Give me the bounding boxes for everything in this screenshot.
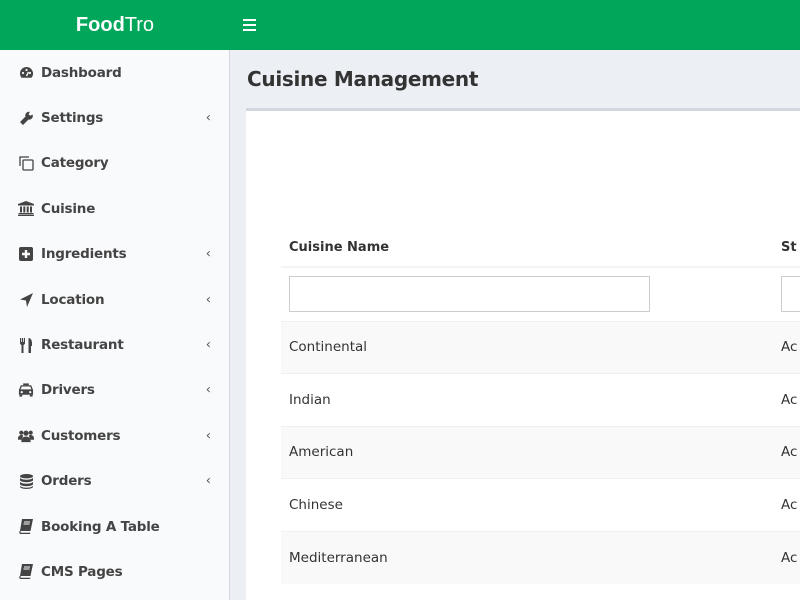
sidebar-item-location[interactable]: Location ‹: [0, 277, 229, 322]
sidebar-item-restaurant[interactable]: Restaurant ‹: [0, 322, 229, 367]
content-box: Cuisine Name St Continental Ac Indian Ac…: [246, 108, 800, 600]
sidebar-item-customers[interactable]: Customers ‹: [0, 413, 229, 458]
sidebar-toggle-icon[interactable]: [243, 16, 260, 34]
sidebar-item-label: Drivers: [41, 382, 95, 399]
status-cell: Ac: [773, 425, 800, 479]
book-icon: [18, 519, 34, 535]
sidebar-item-label: Settings: [41, 110, 104, 127]
sidebar-item-cms-pages[interactable]: CMS Pages: [0, 549, 229, 594]
sidebar-item-label: Restaurant: [41, 337, 124, 354]
table-row[interactable]: Mediterranean Ac: [281, 530, 800, 584]
cuisine-name-cell: Continental: [281, 320, 773, 374]
dashboard-icon: [18, 65, 34, 81]
bank-icon: [18, 201, 34, 217]
status-cell: Ac: [773, 530, 800, 584]
sidebar-item-label: Cuisine: [41, 200, 96, 217]
status-cell: Ac: [773, 320, 800, 374]
table-row[interactable]: Continental Ac: [281, 320, 800, 374]
sidebar-item-label: Orders: [41, 473, 92, 490]
cuisine-name-filter-input[interactable]: [289, 276, 650, 313]
sidebar-item-label: Customers: [41, 427, 121, 444]
content-header: Cuisine Management: [231, 50, 800, 108]
users-icon: [18, 428, 34, 444]
location-arrow-icon: [18, 292, 34, 308]
chevron-left-icon: ‹: [205, 110, 211, 126]
column-header-cuisine-name[interactable]: Cuisine Name: [281, 228, 773, 268]
chevron-left-icon: ‹: [205, 382, 211, 398]
sidebar-item-booking-a-table[interactable]: Booking A Table: [0, 504, 229, 549]
sidebar-item-category[interactable]: Category: [0, 141, 229, 186]
table-header-row: Cuisine Name St: [281, 228, 800, 268]
sidebar-item-drivers[interactable]: Drivers ‹: [0, 368, 229, 413]
wrench-icon: [18, 110, 34, 126]
brand-logo[interactable]: Food Tro: [0, 0, 230, 50]
chevron-left-icon: ‹: [205, 337, 211, 353]
sidebar-item-label: Dashboard: [41, 64, 122, 81]
top-navbar: Food Tro: [0, 0, 800, 50]
status-cell: Ac: [773, 478, 800, 531]
sidebar-item-dashboard[interactable]: Dashboard: [0, 50, 229, 95]
copy-icon: [18, 155, 34, 171]
cutlery-icon: [18, 337, 34, 353]
status-filter-select[interactable]: [781, 276, 800, 313]
sidebar-item-settings[interactable]: Settings ‹: [0, 95, 229, 140]
sidebar-item-cuisine[interactable]: Cuisine: [0, 186, 229, 231]
database-icon: [18, 473, 34, 489]
column-header-status[interactable]: St: [773, 228, 800, 268]
brand-light: Tro: [124, 13, 155, 36]
sidebar-item-orders[interactable]: Orders ‹: [0, 459, 229, 504]
cuisine-table: Cuisine Name St Continental Ac Indian Ac…: [281, 228, 800, 584]
table-row[interactable]: Indian Ac: [281, 373, 800, 426]
sidebar-item-label: Booking A Table: [41, 518, 160, 535]
sidebar-item-label: CMS Pages: [41, 563, 123, 580]
plus-square-icon: [18, 246, 34, 262]
cuisine-name-cell: Indian: [281, 373, 773, 426]
sidebar: Dashboard Settings ‹ Category Cuisine In…: [0, 50, 230, 600]
sidebar-item-label: Location: [41, 291, 105, 308]
sidebar-item-label: Category: [41, 155, 109, 172]
cuisine-name-cell: Mediterranean: [281, 530, 773, 584]
status-cell: Ac: [773, 373, 800, 426]
sidebar-item-ingredients[interactable]: Ingredients ‹: [0, 232, 229, 277]
table-row[interactable]: Chinese Ac: [281, 478, 800, 531]
taxi-icon: [18, 382, 34, 398]
filter-row: [281, 267, 800, 321]
sidebar-item-label: Ingredients: [41, 246, 127, 263]
table-row[interactable]: American Ac: [281, 425, 800, 479]
brand-bold: Food: [75, 13, 125, 36]
chevron-left-icon: ‹: [205, 473, 211, 489]
page-title: Cuisine Management: [247, 67, 479, 91]
book-icon: [18, 564, 34, 580]
cuisine-name-cell: American: [281, 425, 773, 479]
cuisine-name-cell: Chinese: [281, 478, 773, 531]
chevron-left-icon: ‹: [205, 428, 211, 444]
chevron-left-icon: ‹: [205, 246, 211, 262]
chevron-left-icon: ‹: [205, 292, 211, 308]
